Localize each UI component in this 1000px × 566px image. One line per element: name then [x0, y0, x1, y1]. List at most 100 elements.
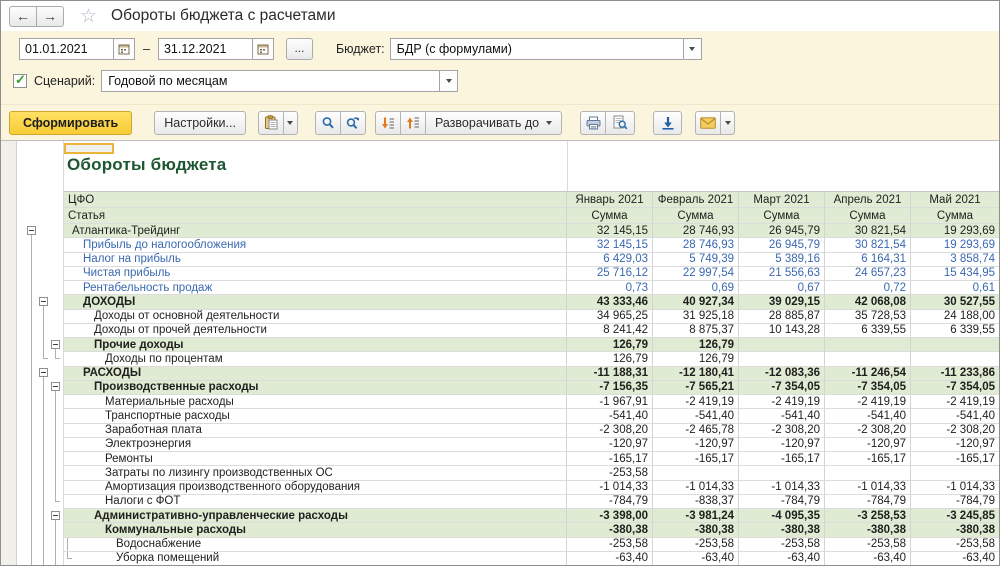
value-cell[interactable]: -253,58 [739, 538, 825, 552]
amount-header-cell[interactable]: Сумма [739, 208, 825, 224]
budget-dropdown-button[interactable] [683, 38, 702, 60]
row-label-cell[interactable]: Административно-управленческие расходы [64, 509, 567, 523]
row-label-cell[interactable]: Уборка помещений [64, 552, 567, 565]
period-from-calendar-button[interactable] [113, 38, 135, 60]
collapse-group-icon[interactable] [27, 226, 36, 235]
collapse-group-icon[interactable] [39, 297, 48, 306]
expand-groups-button[interactable] [375, 111, 401, 135]
save-button[interactable] [653, 111, 682, 135]
value-cell[interactable]: 126,79 [567, 352, 653, 366]
row-label-cell[interactable]: Электроэнергия [64, 438, 567, 452]
value-cell[interactable]: 22 997,54 [653, 267, 739, 281]
favorite-star-icon[interactable]: ☆ [80, 7, 97, 26]
value-cell[interactable] [825, 352, 911, 366]
value-cell[interactable]: -63,40 [653, 552, 739, 565]
value-cell[interactable]: -1 014,33 [739, 481, 825, 495]
value-cell[interactable]: 5 749,39 [653, 253, 739, 267]
article-header-cell[interactable]: Статья [64, 208, 567, 224]
value-cell[interactable]: 3 858,74 [911, 253, 999, 267]
row-label-cell[interactable]: Доходы от основной деятельности [64, 310, 567, 324]
value-cell[interactable]: -380,38 [739, 523, 825, 537]
value-cell[interactable]: -541,40 [567, 409, 653, 423]
value-cell[interactable]: -7 354,05 [739, 381, 825, 395]
value-cell[interactable]: -165,17 [567, 452, 653, 466]
value-cell[interactable]: 24 657,23 [825, 267, 911, 281]
collapse-group-icon[interactable] [51, 340, 60, 349]
value-cell[interactable] [825, 338, 911, 352]
value-cell[interactable]: -541,40 [911, 409, 999, 423]
value-cell[interactable]: -1 014,33 [911, 481, 999, 495]
value-cell[interactable] [911, 338, 999, 352]
value-cell[interactable]: 28 746,93 [653, 224, 739, 238]
value-cell[interactable]: 32 145,15 [567, 224, 653, 238]
value-cell[interactable]: -1 014,33 [825, 481, 911, 495]
paste-button[interactable] [258, 111, 284, 135]
value-cell[interactable]: 19 293,69 [911, 224, 999, 238]
value-cell[interactable]: -11 233,86 [911, 367, 999, 381]
value-cell[interactable]: -165,17 [911, 452, 999, 466]
value-cell[interactable]: 43 333,46 [567, 295, 653, 309]
value-cell[interactable]: -120,97 [739, 438, 825, 452]
value-cell[interactable]: 0,72 [825, 281, 911, 295]
row-label-cell[interactable]: Амортизация производственного оборудован… [64, 481, 567, 495]
value-cell[interactable]: 0,67 [739, 281, 825, 295]
amount-header-cell[interactable]: Сумма [653, 208, 739, 224]
row-label-cell[interactable]: Заработная плата [64, 424, 567, 438]
value-cell[interactable]: 34 965,25 [567, 310, 653, 324]
value-cell[interactable] [739, 352, 825, 366]
value-cell[interactable]: 39 029,15 [739, 295, 825, 309]
search-button[interactable] [315, 111, 341, 135]
value-cell[interactable] [911, 466, 999, 480]
value-cell[interactable]: -165,17 [653, 452, 739, 466]
collapse-groups-button[interactable] [400, 111, 426, 135]
month-header-cell[interactable]: Февраль 2021 [653, 192, 739, 208]
value-cell[interactable]: -12 083,36 [739, 367, 825, 381]
generate-button[interactable]: Сформировать [9, 111, 132, 135]
value-cell[interactable]: -3 258,53 [825, 509, 911, 523]
row-label-cell[interactable]: Производственные расходы [64, 381, 567, 395]
value-cell[interactable] [825, 466, 911, 480]
value-cell[interactable]: 6 429,03 [567, 253, 653, 267]
value-cell[interactable]: 40 927,34 [653, 295, 739, 309]
value-cell[interactable]: -3 981,24 [653, 509, 739, 523]
row-label-cell[interactable]: Налог на прибыль [64, 253, 567, 267]
value-cell[interactable] [911, 352, 999, 366]
value-cell[interactable]: 6 339,55 [911, 324, 999, 338]
value-cell[interactable]: 126,79 [653, 338, 739, 352]
value-cell[interactable]: 126,79 [653, 352, 739, 366]
value-cell[interactable]: -784,79 [825, 495, 911, 509]
row-label-cell[interactable]: Чистая прибыль [64, 267, 567, 281]
value-cell[interactable]: -7 565,21 [653, 381, 739, 395]
period-more-button[interactable]: ... [286, 38, 313, 60]
cfo-header-cell[interactable]: ЦФО [64, 192, 567, 208]
value-cell[interactable]: -541,40 [825, 409, 911, 423]
paste-dropdown-button[interactable] [283, 111, 298, 135]
value-cell[interactable]: -11 188,31 [567, 367, 653, 381]
value-cell[interactable]: 0,73 [567, 281, 653, 295]
back-button[interactable]: ← [9, 6, 37, 27]
active-cell[interactable] [64, 143, 114, 154]
value-cell[interactable]: -11 246,54 [825, 367, 911, 381]
value-cell[interactable]: -253,58 [653, 538, 739, 552]
scenario-checkbox[interactable]: ✓ [13, 74, 27, 88]
value-cell[interactable]: -253,58 [567, 466, 653, 480]
month-header-cell[interactable]: Апрель 2021 [825, 192, 911, 208]
value-cell[interactable]: -380,38 [567, 523, 653, 537]
value-cell[interactable]: -63,40 [825, 552, 911, 565]
amount-header-cell[interactable]: Сумма [825, 208, 911, 224]
value-cell[interactable]: -541,40 [739, 409, 825, 423]
collapse-group-icon[interactable] [51, 511, 60, 520]
search-next-button[interactable] [340, 111, 366, 135]
value-cell[interactable]: -2 465,78 [653, 424, 739, 438]
value-cell[interactable]: -2 419,19 [653, 395, 739, 409]
value-cell[interactable]: 10 143,28 [739, 324, 825, 338]
value-cell[interactable]: -7 156,35 [567, 381, 653, 395]
value-cell[interactable]: -165,17 [825, 452, 911, 466]
print-preview-button[interactable] [605, 111, 635, 135]
value-cell[interactable]: -120,97 [911, 438, 999, 452]
value-cell[interactable]: 24 188,00 [911, 310, 999, 324]
amount-header-cell[interactable]: Сумма [567, 208, 653, 224]
value-cell[interactable]: 126,79 [567, 338, 653, 352]
forward-button[interactable]: → [36, 6, 64, 27]
value-cell[interactable]: -2 308,20 [911, 424, 999, 438]
